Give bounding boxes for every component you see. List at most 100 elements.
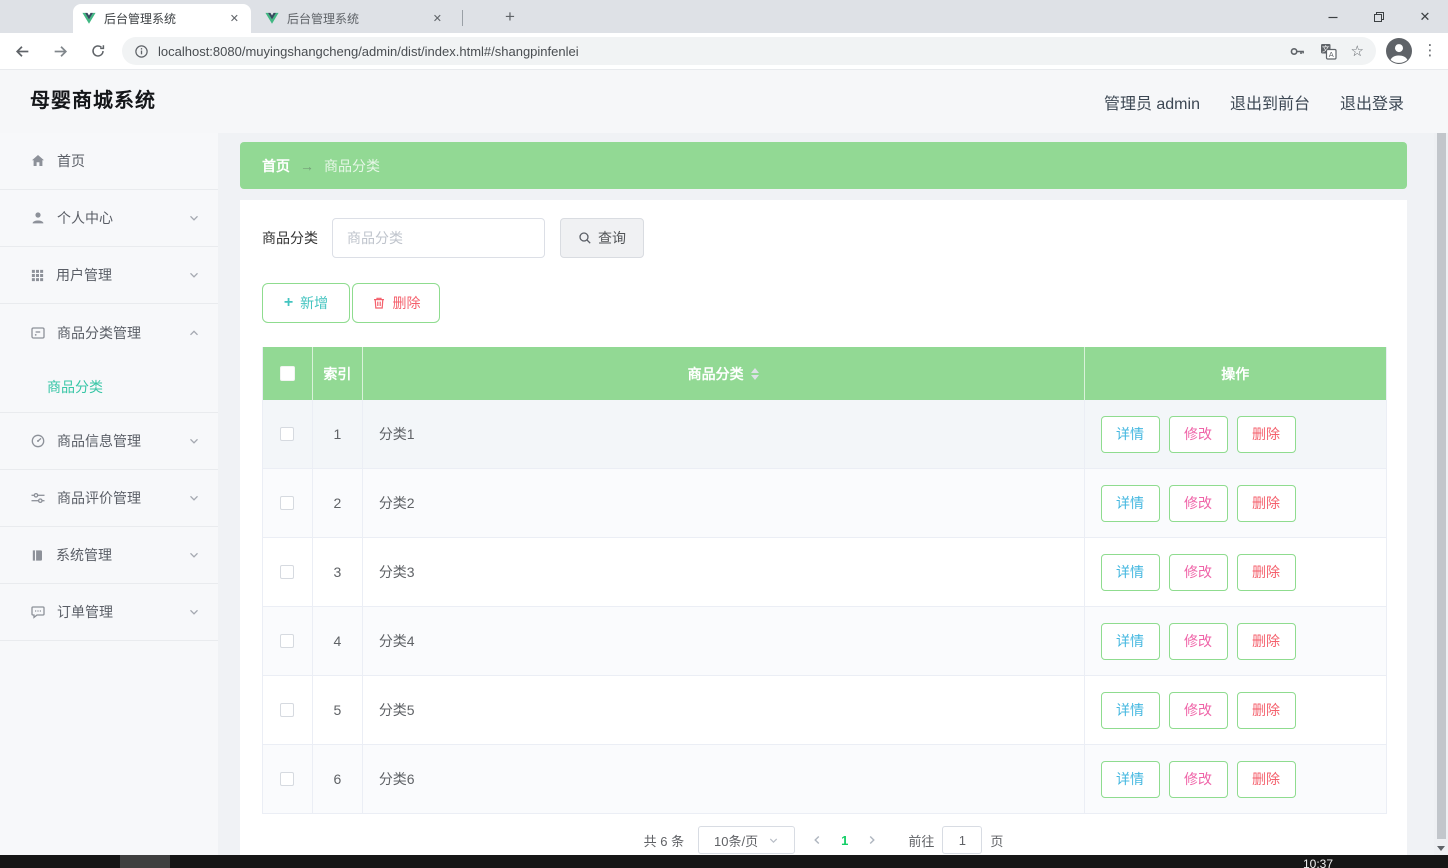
sidebar-item-product-review-management[interactable]: 商品评价管理 [0, 470, 218, 527]
column-header-index: 索引 [313, 347, 363, 400]
next-page-icon[interactable] [866, 834, 878, 846]
row-checkbox[interactable] [280, 565, 295, 579]
trash-icon [372, 296, 386, 310]
exit-to-front-link[interactable]: 退出到前台 [1230, 90, 1310, 114]
goto-label: 前往 [908, 833, 935, 849]
chevron-down-icon [188, 492, 200, 504]
edit-button[interactable]: 修改 [1168, 484, 1228, 522]
row-checkbox[interactable] [280, 634, 295, 648]
breadcrumb-home-link[interactable]: 首页 [262, 156, 290, 176]
table-row: 4 分类4 详情 修改 删除 [263, 607, 1386, 676]
select-all-checkbox[interactable] [279, 366, 295, 381]
window-restore-button[interactable] [1356, 0, 1402, 33]
tab-close-icon[interactable]: ✕ [430, 10, 445, 27]
odometer-icon [30, 433, 46, 449]
main-content: 首页 → 商品分类 商品分类 查询 + 新增 删除 [218, 133, 1448, 855]
row-checkbox[interactable] [280, 427, 295, 441]
delete-button[interactable]: 删除 [1236, 553, 1296, 591]
edit-button[interactable]: 修改 [1168, 622, 1228, 660]
app-header: 母婴商城系统 管理员 admin 退出到前台 退出登录 [0, 70, 1448, 133]
sidebar-subitem-product-category[interactable]: 商品分类 [0, 361, 218, 412]
detail-button[interactable]: 详情 [1100, 760, 1160, 798]
row-index: 6 [313, 745, 363, 813]
delete-button[interactable]: 删除 [1236, 622, 1296, 660]
scrollbar-down-icon[interactable] [1434, 842, 1448, 854]
breadcrumb: 首页 → 商品分类 [240, 142, 1407, 189]
sliders-icon [30, 490, 46, 506]
info-icon[interactable] [134, 44, 149, 59]
profile-avatar[interactable] [1386, 38, 1412, 64]
url-omnibox[interactable]: localhost:8080/muyingshangcheng/admin/di… [122, 37, 1376, 65]
detail-button[interactable]: 详情 [1100, 622, 1160, 660]
delete-button[interactable]: 删除 [1236, 415, 1296, 453]
tab-close-icon[interactable]: ✕ [227, 10, 242, 27]
browser-menu-icon[interactable]: ⋮ [1422, 41, 1438, 59]
scrollbar-thumb[interactable] [1437, 133, 1446, 839]
table-row: 1 分类1 详情 修改 删除 [263, 400, 1386, 469]
sidebar-item-user-management[interactable]: 用户管理 [0, 247, 218, 304]
row-category: 分类1 [363, 400, 1085, 468]
detail-button[interactable]: 详情 [1100, 415, 1160, 453]
row-checkbox[interactable] [280, 703, 295, 717]
sidebar-item-category-management[interactable]: 商品分类管理 [0, 304, 218, 361]
tab-divider [462, 10, 463, 26]
taskbar-app-button[interactable] [120, 855, 170, 868]
prev-page-icon[interactable] [811, 834, 823, 846]
vue-logo-icon [265, 12, 279, 25]
svg-text:A: A [1328, 50, 1333, 59]
sidebar-item-system-management[interactable]: 系统管理 [0, 527, 218, 584]
detail-button[interactable]: 详情 [1100, 484, 1160, 522]
window-close-button[interactable]: ✕ [1402, 0, 1448, 33]
row-category: 分类5 [363, 676, 1085, 744]
vue-logo-icon [82, 12, 96, 25]
home-icon [30, 153, 46, 169]
content-card: 商品分类 查询 + 新增 删除 [240, 200, 1407, 855]
delete-button[interactable]: 删除 [1236, 484, 1296, 522]
grid-icon [30, 268, 45, 283]
chevron-down-icon [188, 269, 200, 281]
logout-link[interactable]: 退出登录 [1340, 90, 1404, 114]
edit-button[interactable]: 修改 [1168, 760, 1228, 798]
sidebar-item-home[interactable]: 首页 [0, 133, 218, 190]
edit-button[interactable]: 修改 [1168, 415, 1228, 453]
bookmark-star-icon[interactable]: ☆ [1351, 42, 1364, 60]
delete-button[interactable]: 删除 [1236, 691, 1296, 729]
tab-title: 后台管理系统 [287, 12, 360, 26]
row-checkbox[interactable] [280, 496, 295, 510]
pagination: 共 6 条 10条/页 1 前往 页 [240, 825, 1407, 855]
column-header-actions: 操作 [1221, 365, 1250, 382]
browser-tab-active[interactable]: 后台管理系统 ✕ [73, 4, 251, 33]
edit-button[interactable]: 修改 [1168, 553, 1228, 591]
goto-page-input[interactable] [942, 826, 983, 854]
key-icon[interactable] [1289, 43, 1306, 60]
sidebar-item-order-management[interactable]: 订单管理 [0, 584, 218, 641]
new-tab-button[interactable]: + [498, 6, 522, 30]
add-button[interactable]: + 新增 [262, 283, 350, 323]
window-minimize-button[interactable] [1310, 0, 1356, 33]
sidebar-item-personal-center[interactable]: 个人中心 [0, 190, 218, 247]
detail-button[interactable]: 详情 [1100, 691, 1160, 729]
row-checkbox[interactable] [280, 772, 295, 786]
table-row: 2 分类2 详情 修改 删除 [263, 469, 1386, 538]
chevron-down-icon [188, 435, 200, 447]
delete-button[interactable]: 删除 [1236, 760, 1296, 798]
edit-button[interactable]: 修改 [1168, 691, 1228, 729]
forward-icon[interactable] [44, 35, 76, 67]
back-icon[interactable] [6, 35, 38, 67]
bulk-delete-button[interactable]: 删除 [352, 283, 440, 323]
sort-caret-icon[interactable] [750, 367, 759, 380]
translate-icon[interactable]: 文A [1320, 43, 1337, 60]
reload-icon[interactable] [82, 35, 114, 67]
query-button[interactable]: 查询 [560, 218, 644, 258]
category-search-input[interactable] [332, 218, 545, 258]
category-table: 索引 商品分类 操作 1 分类1 详情 修改 删除 2 分类2 详情 修改 删除… [262, 347, 1387, 814]
table-row: 6 分类6 详情 修改 删除 [263, 745, 1386, 814]
url-text: localhost:8080/muyingshangcheng/admin/di… [158, 43, 579, 59]
current-page-number[interactable]: 1 [841, 833, 848, 848]
sidebar-item-product-info-management[interactable]: 商品信息管理 [0, 413, 218, 470]
page-unit-label: 页 [990, 833, 1004, 849]
detail-button[interactable]: 详情 [1100, 553, 1160, 591]
page-size-select[interactable]: 10条/页 [698, 826, 796, 854]
browser-tab-inactive[interactable]: 后台管理系统 ✕ [256, 4, 454, 33]
row-index: 2 [313, 469, 363, 537]
